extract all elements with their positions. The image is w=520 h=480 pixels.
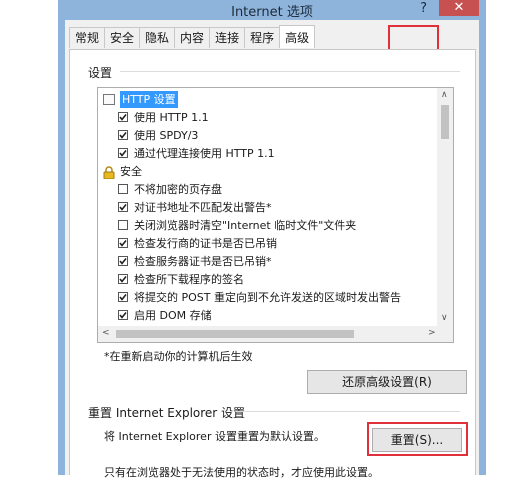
checkbox[interactable]: [118, 130, 128, 140]
tab-content[interactable]: 内容: [174, 27, 211, 48]
scroll-down-icon[interactable]: ∨: [441, 313, 448, 323]
checkbox[interactable]: [118, 184, 128, 194]
tree-row-label: 安全: [120, 165, 142, 178]
vertical-scroll-thumb[interactable]: [441, 105, 449, 139]
close-button[interactable]: ✕: [439, 0, 479, 16]
checkbox[interactable]: [118, 292, 128, 302]
scroll-right-icon[interactable]: >: [428, 328, 436, 338]
tab-advanced[interactable]: 高级: [279, 25, 316, 48]
checkbox[interactable]: [118, 220, 128, 230]
tree-row-label: 通过代理连接使用 HTTP 1.1: [134, 147, 275, 160]
tree-row-label: 启用 DOM 存储: [134, 309, 212, 322]
tab-security[interactable]: 安全: [104, 27, 141, 48]
window-title: Internet 选项: [231, 5, 313, 20]
internet-options-dialog: Internet 选项 ? ✕ 常规 安全 隐私 内容 连接 程序 高级 设置 …: [58, 0, 486, 479]
checkbox[interactable]: [118, 238, 128, 248]
checkbox[interactable]: [118, 256, 128, 266]
tab-general[interactable]: 常规: [69, 27, 106, 48]
tree-row-label: 检查服务器证书是否已吊销*: [134, 255, 272, 268]
checkbox[interactable]: [118, 112, 128, 122]
scroll-left-icon[interactable]: <: [102, 328, 110, 338]
tree-row-label: HTTP 设置: [120, 91, 178, 108]
horizontal-scrollbar[interactable]: < >: [98, 326, 453, 342]
settings-tree[interactable]: HTTP 设置使用 HTTP 1.1 使用 SPDY/3 通过代理连接使用 HTTP…: [97, 87, 454, 343]
tree-row-label: 不将加密的页存盘: [134, 183, 222, 196]
tree-row-label: 使用 HTTP 1.1: [134, 111, 209, 124]
restart-note: *在重新启动你的计算机后生效: [104, 350, 253, 363]
tree-row-label: 关闭浏览器时清空"Internet 临时文件"文件夹: [134, 219, 357, 232]
reset-group-title: 重置 Internet Explorer 设置: [88, 406, 246, 420]
reset-button-highlight: [367, 422, 468, 456]
horizontal-scroll-thumb[interactable]: [116, 330, 354, 338]
folder-icon: [103, 94, 115, 105]
tab-programs[interactable]: 程序: [244, 27, 281, 48]
reset-group-line: [236, 411, 460, 412]
advanced-tab-highlight: [388, 25, 439, 52]
tree-row-label: 对证书地址不匹配发出警告*: [134, 201, 272, 214]
scroll-up-icon[interactable]: ∧: [441, 90, 448, 100]
tree-row-label: 检查所下载程序的签名: [134, 273, 244, 286]
reset-description: 将 Internet Explorer 设置重置为默认设置。: [104, 430, 325, 443]
tree-row-label: 检查发行商的证书是否已吊销: [134, 237, 277, 250]
checkbox[interactable]: [118, 202, 128, 212]
checkbox[interactable]: [118, 274, 128, 284]
help-button[interactable]: ?: [420, 1, 427, 16]
settings-group-line: [120, 71, 460, 72]
tab-connections[interactable]: 连接: [209, 27, 246, 48]
settings-group-title: 设置: [88, 66, 113, 80]
lock-icon: [103, 166, 115, 180]
checkbox[interactable]: [118, 310, 128, 320]
tab-bar: 常规 安全 隐私 内容 连接 程序 高级: [69, 25, 316, 49]
checkbox[interactable]: [118, 148, 128, 158]
tree-row-label: 将提交的 POST 重定向到不允许发送的区域时发出警告: [134, 291, 401, 304]
reset-warning-note: 只有在浏览器处于无法使用的状态时，才应使用此设置。: [104, 466, 379, 479]
tab-privacy[interactable]: 隐私: [139, 27, 176, 48]
restore-advanced-settings-button[interactable]: 还原高级设置(R): [307, 370, 467, 394]
tree-row-label: 使用 SPDY/3: [134, 129, 199, 142]
title-bar: Internet 选项 ? ✕: [65, 0, 479, 20]
advanced-panel: 设置 HTTP 设置使用 HTTP 1.1 使用 SPDY/3 通过代理连接使用 H…: [69, 49, 476, 479]
vertical-scrollbar[interactable]: ∧ ∨: [437, 88, 453, 326]
